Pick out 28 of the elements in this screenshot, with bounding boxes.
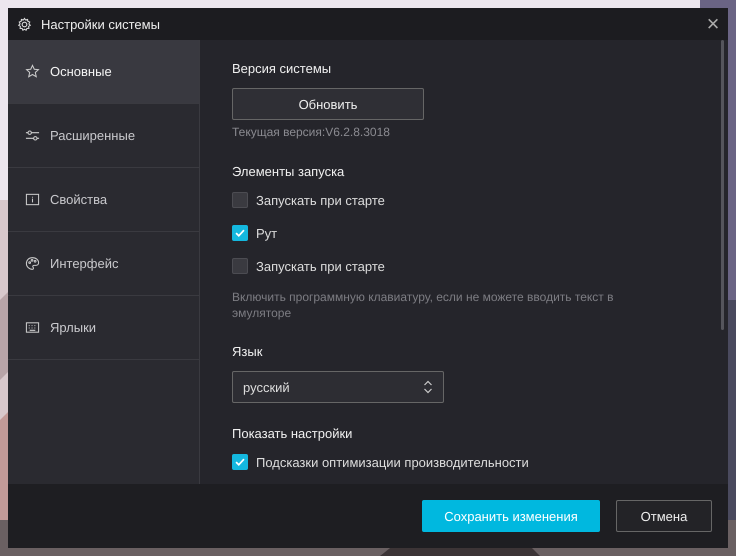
checkbox[interactable]: [232, 454, 248, 470]
palette-icon: [25, 256, 40, 271]
section-heading: Версия системы: [232, 60, 332, 78]
checkbox-label: Подсказки оптимизации производительности: [256, 454, 529, 470]
checkbox-label: Запускать при старте: [256, 258, 385, 274]
checkbox-label: Запускать при старте: [256, 192, 385, 208]
checkbox-label: Рут: [256, 226, 278, 240]
cancel-button[interactable]: Отмена: [616, 500, 712, 532]
chevron-updown-icon: [423, 379, 433, 395]
update-button[interactable]: Обновить: [232, 88, 424, 120]
settings-icon: [17, 16, 32, 32]
checkbox[interactable]: [232, 258, 248, 274]
section-heading: Язык: [232, 343, 264, 361]
info-icon: [25, 192, 40, 207]
checkbox[interactable]: [232, 192, 248, 208]
version-text: Текущая версия:V6.2.8.3018: [232, 125, 391, 141]
sidebar-item[interactable]: Основные: [8, 40, 199, 104]
star-icon: [25, 64, 40, 79]
window-title: Настройки системы: [41, 16, 161, 32]
checkbox[interactable]: [232, 225, 248, 241]
section-heading: Элементы запуска: [232, 163, 346, 181]
keyboard-icon: [25, 320, 40, 335]
close-button[interactable]: ×: [698, 9, 728, 39]
sliders-icon: [25, 128, 40, 143]
hint-text: Включить программную клавиатуру, если не можете вводить текст в эмуляторе: [232, 289, 614, 321]
scrollbar[interactable]: [721, 40, 724, 330]
section-heading: Показать настройки: [232, 425, 354, 443]
language-dropdown[interactable]: русский: [232, 371, 444, 403]
